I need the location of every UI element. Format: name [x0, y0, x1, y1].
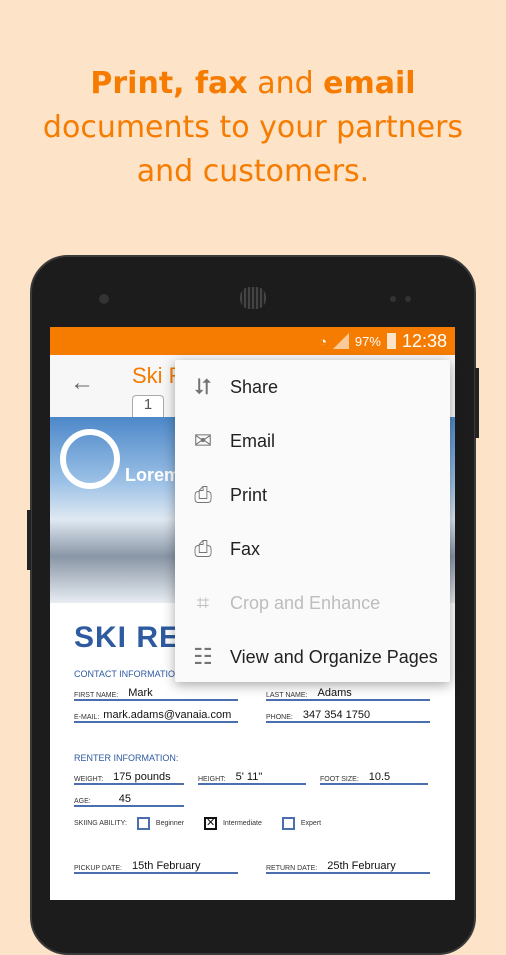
menu-label: View and Organize Pages	[230, 646, 438, 667]
value: 5' 11"	[235, 771, 263, 783]
label: HEIGHT:	[198, 776, 226, 783]
headline-bold-1: Print, fax	[90, 66, 248, 101]
value: 45	[118, 793, 131, 805]
print-icon: ⎙	[194, 482, 212, 507]
skiing-ability: SKIING ABILITY: Beginner ✕ Intermediate E…	[74, 817, 431, 830]
fax-icon: ⎙	[194, 536, 212, 561]
email-icon: ✉	[193, 428, 213, 453]
last-name-field[interactable]: LAST NAME: Adams	[266, 683, 430, 701]
return-date-field[interactable]: RETURN DATE: 25th February	[266, 856, 430, 874]
email-field[interactable]: E-MAIL: mark.adams@vanaia.com	[74, 705, 238, 723]
front-camera	[99, 294, 109, 304]
crop-icon: ⌗	[196, 590, 210, 615]
logo-icon	[60, 429, 120, 489]
label: AGE:	[74, 798, 91, 805]
weight-field[interactable]: WEIGHT: 175 pounds	[74, 767, 184, 785]
label: LAST NAME:	[266, 692, 308, 699]
value: 10.5	[368, 771, 391, 783]
beginner-checkbox[interactable]	[136, 817, 150, 830]
menu-item-email[interactable]: ✉ Email	[175, 414, 450, 468]
label: SKIING ABILITY:	[74, 820, 127, 827]
clock: 12:38	[401, 330, 447, 351]
menu-label: Print	[230, 484, 268, 505]
label: WEIGHT:	[74, 776, 104, 783]
option-label: Beginner	[155, 820, 184, 827]
age-field[interactable]: AGE: 45	[74, 789, 184, 807]
label: E-MAIL:	[74, 714, 100, 721]
label: PHONE:	[266, 714, 293, 721]
phone-volume-button	[475, 368, 479, 438]
foot-size-field[interactable]: FOOT SIZE: 10.5	[320, 767, 428, 785]
signal-icon	[332, 333, 349, 349]
grid-icon: ☷	[193, 644, 213, 669]
sensor	[390, 296, 396, 302]
back-arrow-icon[interactable]: ←	[70, 369, 94, 397]
menu-item-view-pages[interactable]: ☷ View and Organize Pages	[175, 630, 450, 684]
option-label: Expert	[300, 820, 322, 827]
height-field[interactable]: HEIGHT: 5' 11"	[198, 767, 306, 785]
status-bar: ◔ 97% 12:38	[50, 327, 455, 355]
label: FOOT SIZE:	[320, 776, 359, 783]
option-label: Intermediate	[222, 820, 262, 827]
overflow-menu: ⮃ Share ✉ Email ⎙ Print ⎙ Fax ⌗ Crop and Enha…	[175, 360, 450, 682]
headline-bold-2: email	[323, 66, 416, 101]
first-name-field[interactable]: FIRST NAME: Mark	[74, 683, 238, 701]
menu-item-fax[interactable]: ⎙ Fax	[175, 522, 450, 576]
value: 175 pounds	[113, 771, 171, 783]
label: FIRST NAME:	[74, 692, 119, 699]
intermediate-checkbox[interactable]: ✕	[203, 817, 217, 830]
phone-side-button	[27, 510, 31, 570]
wifi-icon: ◔	[319, 333, 327, 349]
value: Mark	[128, 687, 153, 699]
menu-label: Email	[230, 430, 276, 451]
earpiece-speaker	[240, 287, 266, 309]
menu-item-crop: ⌗ Crop and Enhance	[175, 576, 450, 630]
promo-headline: Print, fax and email documents to your p…	[0, 62, 506, 194]
value: 347 354 1750	[302, 709, 371, 721]
logo-text: Lorem	[125, 465, 181, 485]
value: 25th February	[327, 860, 396, 872]
menu-item-print[interactable]: ⎙ Print	[175, 468, 450, 522]
page-tab[interactable]: 1	[132, 395, 164, 417]
value: mark.adams@vanaia.com	[103, 709, 232, 721]
sensor	[405, 296, 411, 302]
label: PICKUP DATE:	[74, 865, 122, 872]
phone-field[interactable]: PHONE: 347 354 1750	[266, 705, 430, 723]
share-icon: ⮃	[194, 374, 212, 399]
expert-checkbox[interactable]	[281, 817, 295, 830]
menu-label: Fax	[230, 538, 261, 559]
headline-line-2: documents to your partners	[42, 110, 464, 145]
battery-percent: 97%	[354, 333, 381, 349]
value: 15th February	[131, 860, 201, 872]
menu-label: Crop and Enhance	[230, 592, 381, 613]
battery-icon	[386, 333, 396, 349]
headline-line-3: and customers.	[136, 154, 370, 189]
menu-label: Share	[230, 376, 279, 397]
menu-item-share[interactable]: ⮃ Share	[175, 360, 450, 414]
label: RETURN DATE:	[266, 865, 318, 872]
pickup-date-field[interactable]: PICKUP DATE: 15th February	[74, 856, 238, 874]
headline-text: and	[247, 66, 324, 101]
renter-heading: RENTER INFORMATION:	[74, 753, 179, 763]
value: Adams	[317, 687, 352, 699]
